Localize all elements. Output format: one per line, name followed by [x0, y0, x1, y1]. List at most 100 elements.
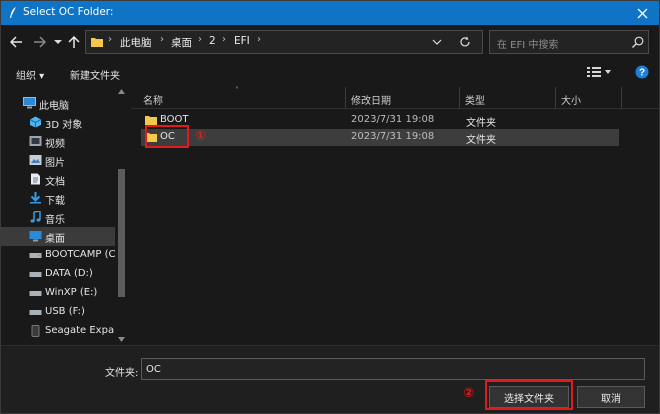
sidebar-item-label: 桌面: [45, 234, 65, 245]
column-date[interactable]: 修改日期: [351, 92, 391, 107]
annotation-box-step-2: [485, 380, 573, 410]
drive-icon: [29, 272, 42, 277]
arrow-right-icon: [33, 36, 46, 48]
breadcrumb-separator-icon: ›: [257, 34, 261, 45]
forward-button[interactable]: [32, 34, 46, 50]
cancel-button[interactable]: 取消: [577, 386, 645, 408]
sidebar-item-label: Seagate Expan: [45, 325, 115, 336]
breadcrumb-efi[interactable]: EFI: [234, 35, 250, 47]
folder-name-field[interactable]: [141, 358, 645, 380]
help-icon[interactable]: ?: [635, 65, 649, 79]
sidebar-item-label: WinXP (E:): [45, 287, 98, 298]
file-date: 2023/7/31 19:08: [351, 131, 435, 142]
column-divider[interactable]: [345, 87, 346, 109]
search-placeholder: 在 EFI 中搜索: [497, 40, 559, 51]
desktop-icon: [29, 231, 42, 242]
documents-icon: [31, 173, 40, 185]
scroll-up-icon[interactable]: [118, 89, 125, 94]
video-icon: [29, 136, 42, 146]
window-title: Select OC Folder:: [23, 6, 114, 18]
3d-objects-icon: [29, 116, 42, 128]
up-button[interactable]: [67, 34, 81, 50]
arrow-up-icon: [68, 35, 80, 48]
column-name[interactable]: 名称: [143, 92, 163, 107]
chevron-down-icon: [54, 40, 62, 44]
download-icon: [30, 192, 41, 204]
column-header: ˄ 名称 修改日期 类型 大小: [131, 86, 659, 109]
sidebar-item-3d-objects[interactable]: 3D 对象: [1, 113, 115, 132]
column-type[interactable]: 类型: [465, 92, 485, 107]
file-name: BOOT: [160, 114, 189, 125]
new-folder-button[interactable]: 新建文件夹: [70, 67, 120, 82]
sidebar-scrollbar[interactable]: [116, 89, 126, 343]
recent-locations-button[interactable]: [53, 34, 63, 50]
sidebar-item-videos[interactable]: 视频: [1, 132, 115, 151]
sidebar-item-music[interactable]: 音乐: [1, 208, 115, 227]
column-divider[interactable]: [621, 87, 622, 109]
sidebar-item-usb-drive[interactable]: USB (F:): [1, 303, 115, 322]
file-row-boot[interactable]: BOOT 2023/7/31 19:08 文件夹: [141, 112, 619, 129]
refresh-icon[interactable]: [458, 35, 472, 49]
annotation-box-step-1: [145, 125, 189, 148]
file-type: 文件夹: [466, 118, 496, 129]
breadcrumb-separator-icon: ›: [198, 34, 202, 45]
breadcrumb-folder-2[interactable]: 2: [209, 35, 216, 47]
sidebar-item-bootcamp-drive[interactable]: BOOTCAMP (C: [1, 246, 115, 265]
command-bar: 组织 ▾ 新建文件夹 ?: [1, 59, 659, 87]
sidebar-item-label: 图片: [45, 158, 65, 169]
sidebar-item-winxp-drive[interactable]: WinXP (E:): [1, 284, 115, 303]
file-type: 文件夹: [466, 135, 496, 146]
annotation-step-1: ①: [195, 129, 207, 144]
file-row-oc[interactable]: OC 2023/7/31 19:08 文件夹: [141, 129, 619, 146]
file-date: 2023/7/31 19:08: [351, 114, 435, 125]
sidebar-item-this-pc[interactable]: 此电脑: [1, 94, 115, 113]
navigation-pane: 此电脑 3D 对象 视频 图片 文档 下载 音乐 桌面 BOOTCAMP (C …: [1, 87, 129, 345]
column-divider[interactable]: [555, 87, 556, 109]
folder-icon: [91, 38, 103, 47]
breadcrumb-separator-icon: ›: [108, 34, 112, 45]
sidebar-item-downloads[interactable]: 下载: [1, 189, 115, 208]
close-button[interactable]: [625, 1, 659, 25]
breadcrumb-this-pc[interactable]: 此电脑: [120, 35, 152, 50]
external-drive-icon: [31, 325, 40, 337]
view-options-icon[interactable]: [586, 65, 612, 79]
address-bar[interactable]: › 此电脑 › 桌面 › 2 › EFI ›: [85, 30, 483, 54]
drive-icon: [29, 291, 42, 296]
sidebar-item-desktop[interactable]: 桌面: [1, 227, 115, 246]
select-folder-dialog: Select OC Folder: › 此电脑 › 桌面 › 2 › EFI ›…: [0, 0, 660, 414]
navigation-bar: › 此电脑 › 桌面 › 2 › EFI › 在 EFI 中搜索: [1, 25, 659, 59]
sidebar-item-label: USB (F:): [45, 306, 85, 317]
sidebar-item-documents[interactable]: 文档: [1, 170, 115, 189]
scroll-down-icon[interactable]: [118, 337, 125, 342]
sidebar-item-seagate-drive[interactable]: Seagate Expan: [1, 322, 115, 341]
close-icon: [637, 8, 647, 18]
title-bar[interactable]: Select OC Folder:: [1, 1, 659, 25]
sidebar-item-label: 3D 对象: [45, 120, 83, 131]
sidebar-item-pictures[interactable]: 图片: [1, 151, 115, 170]
file-list: ˄ 名称 修改日期 类型 大小 BOOT 2023/7/31 19:08 文件夹…: [131, 86, 659, 345]
sidebar-item-data-drive[interactable]: DATA (D:): [1, 265, 115, 284]
column-size[interactable]: 大小: [561, 92, 581, 107]
sort-ascending-icon: ˄: [235, 86, 239, 95]
annotation-step-2: ②: [463, 386, 475, 401]
breadcrumb-separator-icon: ›: [160, 34, 164, 45]
sidebar-item-label: BOOTCAMP (C: [45, 249, 115, 260]
sidebar-scroll-thumb[interactable]: [118, 169, 125, 297]
sidebar-item-label: 音乐: [45, 215, 65, 226]
sidebar-item-label: 此电脑: [39, 101, 69, 112]
breadcrumb-desktop[interactable]: 桌面: [171, 35, 192, 50]
breadcrumb-separator-icon: ›: [222, 34, 226, 45]
search-icon[interactable]: [631, 35, 645, 49]
address-dropdown-icon[interactable]: [431, 36, 443, 48]
sidebar-item-label: 文档: [45, 177, 65, 188]
column-divider[interactable]: [459, 87, 460, 109]
feather-icon: [10, 7, 16, 18]
music-icon: [30, 211, 41, 223]
search-box[interactable]: 在 EFI 中搜索: [489, 30, 649, 54]
pc-icon: [23, 97, 36, 109]
drive-icon: [29, 253, 42, 258]
sidebar-item-label: DATA (D:): [45, 268, 93, 279]
organize-menu[interactable]: 组织 ▾: [16, 67, 44, 82]
back-button[interactable]: [9, 34, 23, 50]
svg-text:?: ?: [639, 68, 645, 79]
